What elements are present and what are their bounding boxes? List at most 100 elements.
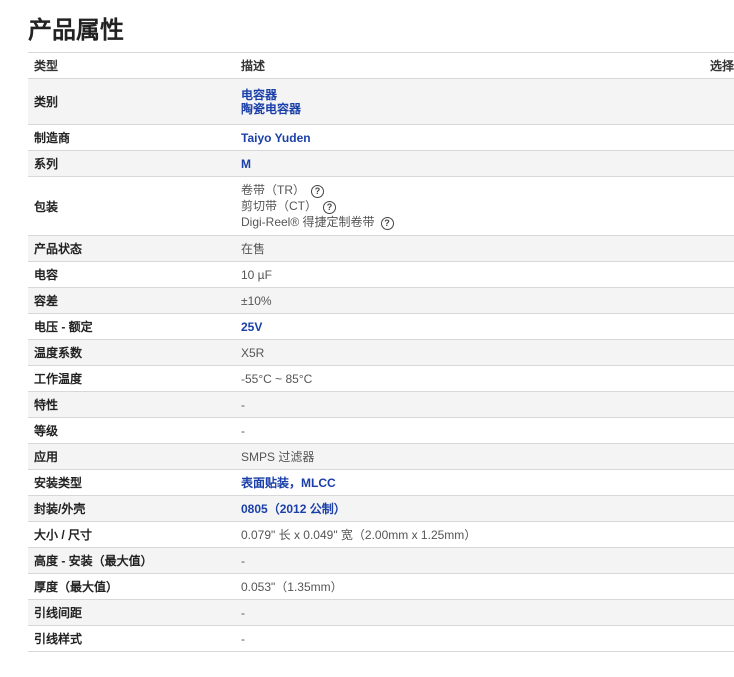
table-row: 应用 SMPS 过滤器 <box>28 443 734 470</box>
select-cell <box>685 176 734 236</box>
help-circle-icon[interactable]: ? <box>380 217 394 230</box>
select-cell <box>685 391 734 418</box>
attr-type-label: 包装 <box>28 176 235 236</box>
help-circle-icon[interactable]: ? <box>323 201 336 214</box>
attr-value: 10 µF <box>235 261 685 288</box>
attr-type-label: 安装类型 <box>28 469 235 496</box>
header-type: 类型 <box>28 52 235 79</box>
packaging-option: 剪切带（CT）? <box>241 198 679 214</box>
attr-value: -55°C ~ 85°C <box>235 365 685 392</box>
attr-value: 25V <box>235 313 685 340</box>
attr-value: M <box>235 150 685 177</box>
voltage-link[interactable]: 25V <box>241 320 262 334</box>
mounting-type-link[interactable]: 表面贴装，MLCC <box>241 476 336 490</box>
select-cell <box>685 124 734 151</box>
attr-type-label: 容差 <box>28 287 235 314</box>
attr-value: 表面贴装，MLCC <box>235 469 685 496</box>
attr-value: - <box>235 417 685 444</box>
table-row: 电压 - 额定 25V <box>28 313 734 340</box>
table-row: 容差 ±10% <box>28 287 734 314</box>
table-row: 类别 电容器 陶瓷电容器 <box>28 78 734 125</box>
header-description: 描述 <box>235 52 685 79</box>
attr-type-label: 封装/外壳 <box>28 495 235 522</box>
select-cell <box>685 495 734 522</box>
attr-type-label: 工作温度 <box>28 365 235 392</box>
table-row: 包装 卷带（TR）? 剪切带（CT）? Digi-Reel® 得捷定制卷带? <box>28 176 734 236</box>
attr-value: 0805（2012 公制） <box>235 495 685 522</box>
attr-value: 卷带（TR）? 剪切带（CT）? Digi-Reel® 得捷定制卷带? <box>235 176 685 236</box>
attr-type-label: 特性 <box>28 391 235 418</box>
select-cell <box>685 78 734 125</box>
select-cell <box>685 599 734 626</box>
attr-value: X5R <box>235 339 685 366</box>
table-row: 大小 / 尺寸 0.079" 长 x 0.049" 宽（2.00mm x 1.2… <box>28 521 734 548</box>
attr-type-label: 电压 - 额定 <box>28 313 235 340</box>
select-cell <box>685 261 734 288</box>
table-row: 系列 M <box>28 150 734 177</box>
packaging-label: Digi-Reel® 得捷定制卷带 <box>241 215 375 229</box>
attr-value: 在售 <box>235 235 685 262</box>
table-row: 特性 - <box>28 391 734 418</box>
attr-value: - <box>235 599 685 626</box>
page-title: 产品属性 <box>28 16 124 44</box>
table-row: 封装/外壳 0805（2012 公制） <box>28 495 734 522</box>
attr-value: 0.079" 长 x 0.049" 宽（2.00mm x 1.25mm） <box>235 521 685 548</box>
attr-type-label: 引线间距 <box>28 599 235 626</box>
attr-value: 电容器 陶瓷电容器 <box>235 78 685 125</box>
select-cell <box>685 313 734 340</box>
select-cell <box>685 365 734 392</box>
packaging-option: 卷带（TR）? <box>241 182 679 198</box>
select-cell <box>685 443 734 470</box>
attr-type-label: 产品状态 <box>28 235 235 262</box>
attr-value: - <box>235 391 685 418</box>
category-link-capacitors[interactable]: 电容器 <box>241 88 679 102</box>
table-row: 制造商 Taiyo Yuden <box>28 124 734 151</box>
select-cell <box>685 287 734 314</box>
select-cell <box>685 547 734 574</box>
attr-type-label: 制造商 <box>28 124 235 151</box>
attr-type-label: 引线样式 <box>28 625 235 652</box>
table-row: 引线样式 - <box>28 625 734 652</box>
select-cell <box>685 339 734 366</box>
packaging-option: Digi-Reel® 得捷定制卷带? <box>241 214 679 230</box>
attr-type-label: 电容 <box>28 261 235 288</box>
category-link-ceramic-capacitors[interactable]: 陶瓷电容器 <box>241 102 679 116</box>
table-row: 安装类型 表面贴装，MLCC <box>28 469 734 496</box>
attr-value: Taiyo Yuden <box>235 124 685 151</box>
table-row: 产品状态 在售 <box>28 235 734 262</box>
table-row: 高度 - 安装（最大值） - <box>28 547 734 574</box>
table-header-row: 类型 描述 选择 <box>28 52 734 79</box>
packaging-label: 剪切带（CT） <box>241 199 317 213</box>
table-row: 等级 - <box>28 417 734 444</box>
attr-type-label: 厚度（最大值） <box>28 573 235 600</box>
attr-value: - <box>235 547 685 574</box>
select-cell <box>685 469 734 496</box>
select-cell <box>685 417 734 444</box>
attr-type-label: 等级 <box>28 417 235 444</box>
select-cell <box>685 625 734 652</box>
attr-value: 0.053"（1.35mm） <box>235 573 685 600</box>
attr-type-label: 类别 <box>28 78 235 125</box>
attr-type-label: 大小 / 尺寸 <box>28 521 235 548</box>
select-cell <box>685 573 734 600</box>
header-select: 选择 <box>685 52 734 79</box>
package-case-link[interactable]: 0805（2012 公制） <box>241 502 346 516</box>
table-row: 引线间距 - <box>28 599 734 626</box>
attr-value: ±10% <box>235 287 685 314</box>
select-cell <box>685 521 734 548</box>
table-row: 厚度（最大值） 0.053"（1.35mm） <box>28 573 734 600</box>
manufacturer-link[interactable]: Taiyo Yuden <box>241 131 311 145</box>
attr-value: - <box>235 625 685 652</box>
help-circle-icon[interactable]: ? <box>311 185 324 198</box>
attr-type-label: 高度 - 安装（最大值） <box>28 547 235 574</box>
product-attributes-table: 类型 描述 选择 类别 电容器 陶瓷电容器 制造商 Taiyo Yuden 系列 <box>28 52 734 652</box>
series-link[interactable]: M <box>241 157 251 171</box>
attr-type-label: 温度系数 <box>28 339 235 366</box>
attr-type-label: 系列 <box>28 150 235 177</box>
packaging-label: 卷带（TR） <box>241 183 305 197</box>
table-row: 电容 10 µF <box>28 261 734 288</box>
attr-type-label: 应用 <box>28 443 235 470</box>
table-row: 温度系数 X5R <box>28 339 734 366</box>
table-row: 工作温度 -55°C ~ 85°C <box>28 365 734 392</box>
select-cell <box>685 150 734 177</box>
